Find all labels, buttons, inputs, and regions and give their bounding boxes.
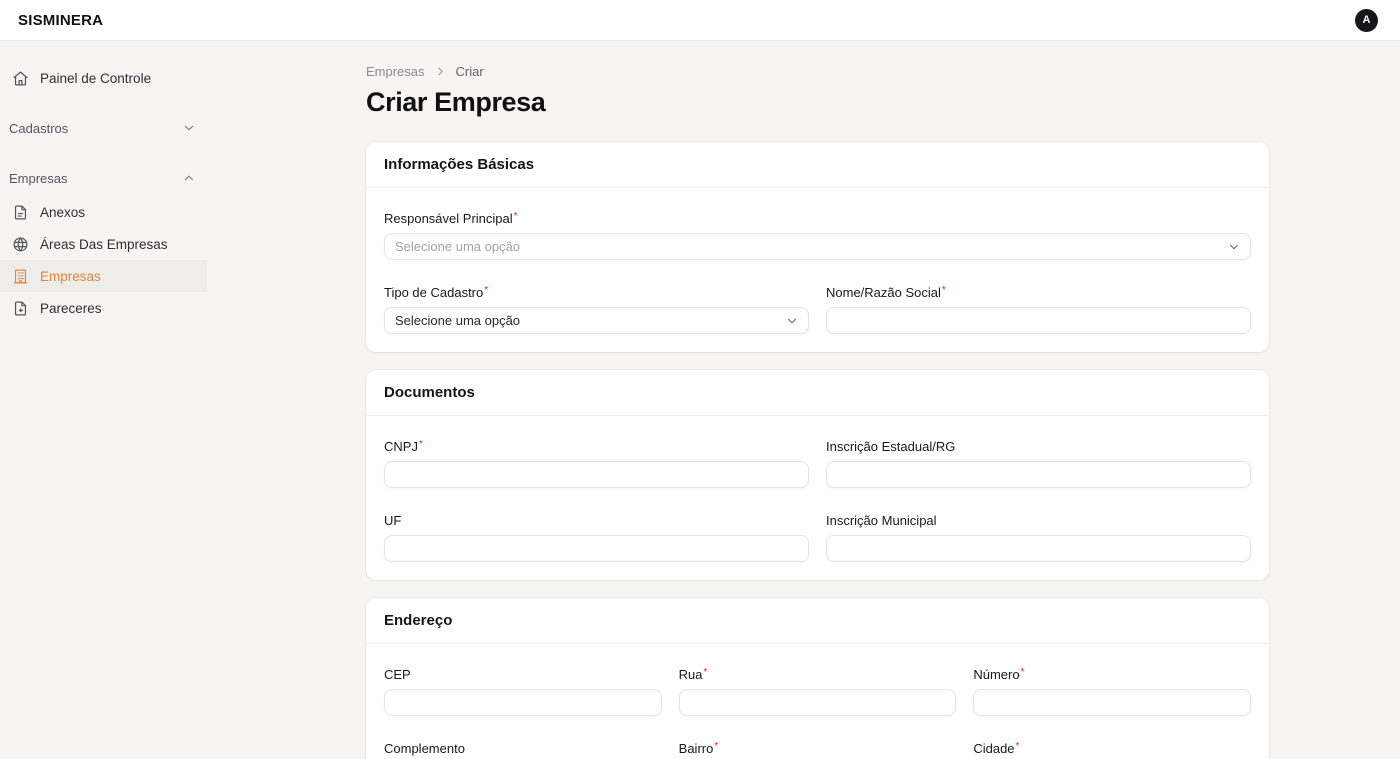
sidebar-section-empresas[interactable]: Empresas bbox=[0, 162, 207, 194]
home-icon bbox=[12, 70, 29, 87]
file-icon bbox=[12, 204, 29, 221]
field-label: Nome/Razão Social* bbox=[826, 285, 1251, 300]
card-title: Endereço bbox=[366, 598, 1269, 644]
required-marker: * bbox=[514, 211, 518, 222]
sidebar-item-label: Pareceres bbox=[40, 301, 102, 316]
building-icon bbox=[12, 268, 29, 285]
responsavel-principal-select[interactable]: Selecione uma opção bbox=[384, 233, 1251, 260]
field-responsavel-principal: Responsável Principal* Selecione uma opç… bbox=[384, 211, 1251, 260]
sidebar-item-label: Painel de Controle bbox=[40, 71, 151, 86]
field-bairro: Bairro* bbox=[679, 741, 957, 759]
field-label: Bairro* bbox=[679, 741, 957, 756]
card-documentos: Documentos CNPJ* Inscrição Estadual/RG U bbox=[366, 370, 1269, 580]
breadcrumb-item-criar: Criar bbox=[456, 64, 484, 79]
chevron-right-icon bbox=[434, 65, 447, 78]
field-complemento: Complemento bbox=[384, 741, 662, 759]
field-label: Responsável Principal* bbox=[384, 211, 1251, 226]
cnpj-input[interactable] bbox=[384, 461, 809, 488]
sidebar-section-cadastros[interactable]: Cadastros bbox=[0, 112, 207, 144]
inscricao-estadual-rg-input[interactable] bbox=[826, 461, 1251, 488]
required-marker: * bbox=[942, 285, 946, 296]
field-label: CEP bbox=[384, 667, 662, 682]
sidebar-item-label: Áreas Das Empresas bbox=[40, 237, 168, 252]
chevron-down-icon bbox=[1227, 240, 1241, 254]
field-cep: CEP bbox=[384, 667, 662, 716]
rua-input[interactable] bbox=[679, 689, 957, 716]
main-content: Empresas Criar Criar Empresa Informações… bbox=[207, 41, 1400, 759]
chevron-down-icon bbox=[182, 121, 196, 135]
nome-razao-social-input[interactable] bbox=[826, 307, 1251, 334]
chevron-up-icon bbox=[182, 171, 196, 185]
field-label: Inscrição Estadual/RG bbox=[826, 439, 1251, 454]
select-value: Selecione uma opção bbox=[395, 239, 520, 254]
sidebar: Painel de Controle Cadastros Empresas An bbox=[0, 41, 207, 759]
required-marker: * bbox=[1021, 667, 1025, 678]
select-value: Selecione uma opção bbox=[395, 313, 520, 328]
field-rua: Rua* bbox=[679, 667, 957, 716]
card-endereco: Endereço CEP Rua* Número* bbox=[366, 598, 1269, 759]
required-marker: * bbox=[714, 741, 718, 752]
field-label: Inscrição Municipal bbox=[826, 513, 1251, 528]
field-label: Número* bbox=[973, 667, 1251, 682]
chevron-down-icon bbox=[785, 314, 799, 328]
breadcrumb-item-empresas[interactable]: Empresas bbox=[366, 64, 425, 79]
numero-input[interactable] bbox=[973, 689, 1251, 716]
user-avatar[interactable]: A bbox=[1355, 9, 1378, 32]
field-numero: Número* bbox=[973, 667, 1251, 716]
sidebar-submenu: Anexos Áreas Das Empresas Empresas bbox=[0, 196, 207, 324]
field-inscricao-municipal: Inscrição Municipal bbox=[826, 513, 1251, 562]
card-title: Documentos bbox=[366, 370, 1269, 416]
sidebar-item-empresas[interactable]: Empresas bbox=[0, 260, 207, 292]
required-marker: * bbox=[704, 667, 708, 678]
field-label: UF bbox=[384, 513, 809, 528]
field-label: CNPJ* bbox=[384, 439, 809, 454]
field-cnpj: CNPJ* bbox=[384, 439, 809, 488]
breadcrumb: Empresas Criar bbox=[366, 64, 1269, 79]
sidebar-item-anexos[interactable]: Anexos bbox=[0, 196, 207, 228]
required-marker: * bbox=[1016, 741, 1020, 752]
tipo-de-cadastro-select[interactable]: Selecione uma opção bbox=[384, 307, 809, 334]
field-inscricao-estadual-rg: Inscrição Estadual/RG bbox=[826, 439, 1251, 488]
card-informacoes-basicas: Informações Básicas Responsável Principa… bbox=[366, 142, 1269, 352]
field-tipo-de-cadastro: Tipo de Cadastro* Selecione uma opção bbox=[384, 285, 809, 334]
inscricao-municipal-input[interactable] bbox=[826, 535, 1251, 562]
sidebar-section-label: Empresas bbox=[9, 171, 68, 186]
sidebar-item-areas-das-empresas[interactable]: Áreas Das Empresas bbox=[0, 228, 207, 260]
field-cidade: Cidade* bbox=[973, 741, 1251, 759]
sidebar-item-label: Anexos bbox=[40, 205, 85, 220]
field-label: Complemento bbox=[384, 741, 662, 756]
field-label: Tipo de Cadastro* bbox=[384, 285, 809, 300]
field-label: Rua* bbox=[679, 667, 957, 682]
sidebar-item-painel-de-controle[interactable]: Painel de Controle bbox=[0, 62, 207, 94]
page-title: Criar Empresa bbox=[366, 87, 1269, 118]
app-logo[interactable]: SISMINERA bbox=[18, 12, 103, 29]
sidebar-section-label: Cadastros bbox=[9, 121, 68, 136]
uf-input[interactable] bbox=[384, 535, 809, 562]
cep-input[interactable] bbox=[384, 689, 662, 716]
globe-icon bbox=[12, 236, 29, 253]
field-label: Cidade* bbox=[973, 741, 1251, 756]
topbar: SISMINERA A bbox=[0, 0, 1400, 41]
sidebar-item-pareceres[interactable]: Pareceres bbox=[0, 292, 207, 324]
required-marker: * bbox=[419, 439, 423, 450]
sidebar-item-label: Empresas bbox=[40, 269, 101, 284]
file-reply-icon bbox=[12, 300, 29, 317]
required-marker: * bbox=[484, 285, 488, 296]
card-title: Informações Básicas bbox=[366, 142, 1269, 188]
field-uf: UF bbox=[384, 513, 809, 562]
field-nome-razao-social: Nome/Razão Social* bbox=[826, 285, 1251, 334]
